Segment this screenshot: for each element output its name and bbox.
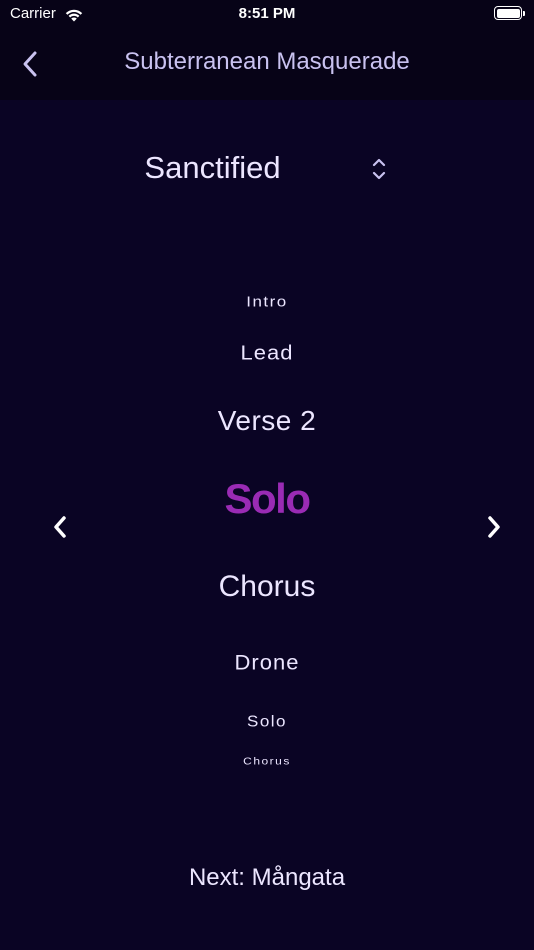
section-item[interactable]: Lead <box>100 341 434 365</box>
chevron-up-down-icon <box>372 158 386 180</box>
section-item[interactable]: Chorus <box>100 570 434 604</box>
section-item-selected[interactable]: Solo <box>100 475 434 523</box>
section-item[interactable]: Verse 2 <box>100 405 434 437</box>
section-item[interactable]: Drone <box>100 651 434 676</box>
section-item[interactable]: Solo <box>100 713 434 731</box>
status-bar: Carrier 8:51 PM <box>0 0 534 30</box>
chevron-right-icon <box>488 516 500 538</box>
status-time: 8:51 PM <box>238 5 296 22</box>
section-list[interactable]: Intro Lead Verse 2 Solo Chorus Drone Sol… <box>100 280 434 780</box>
section-item[interactable]: Chorus <box>100 755 434 767</box>
chevron-left-icon <box>54 516 66 538</box>
chevron-left-icon <box>23 51 37 77</box>
section-item[interactable]: Intro <box>100 293 434 311</box>
battery-icon <box>494 6 525 20</box>
next-section-button[interactable] <box>476 507 512 547</box>
previous-section-button[interactable] <box>42 507 78 547</box>
preset-label: Sanctified <box>144 150 281 185</box>
next-song-label: Next: Mångata <box>188 864 346 891</box>
navigation-bar: Subterranean Masquerade <box>0 30 534 100</box>
preset-selector[interactable]: Sanctified <box>120 140 420 200</box>
back-button[interactable] <box>12 46 48 82</box>
page-title: Subterranean Masquerade <box>124 48 410 75</box>
